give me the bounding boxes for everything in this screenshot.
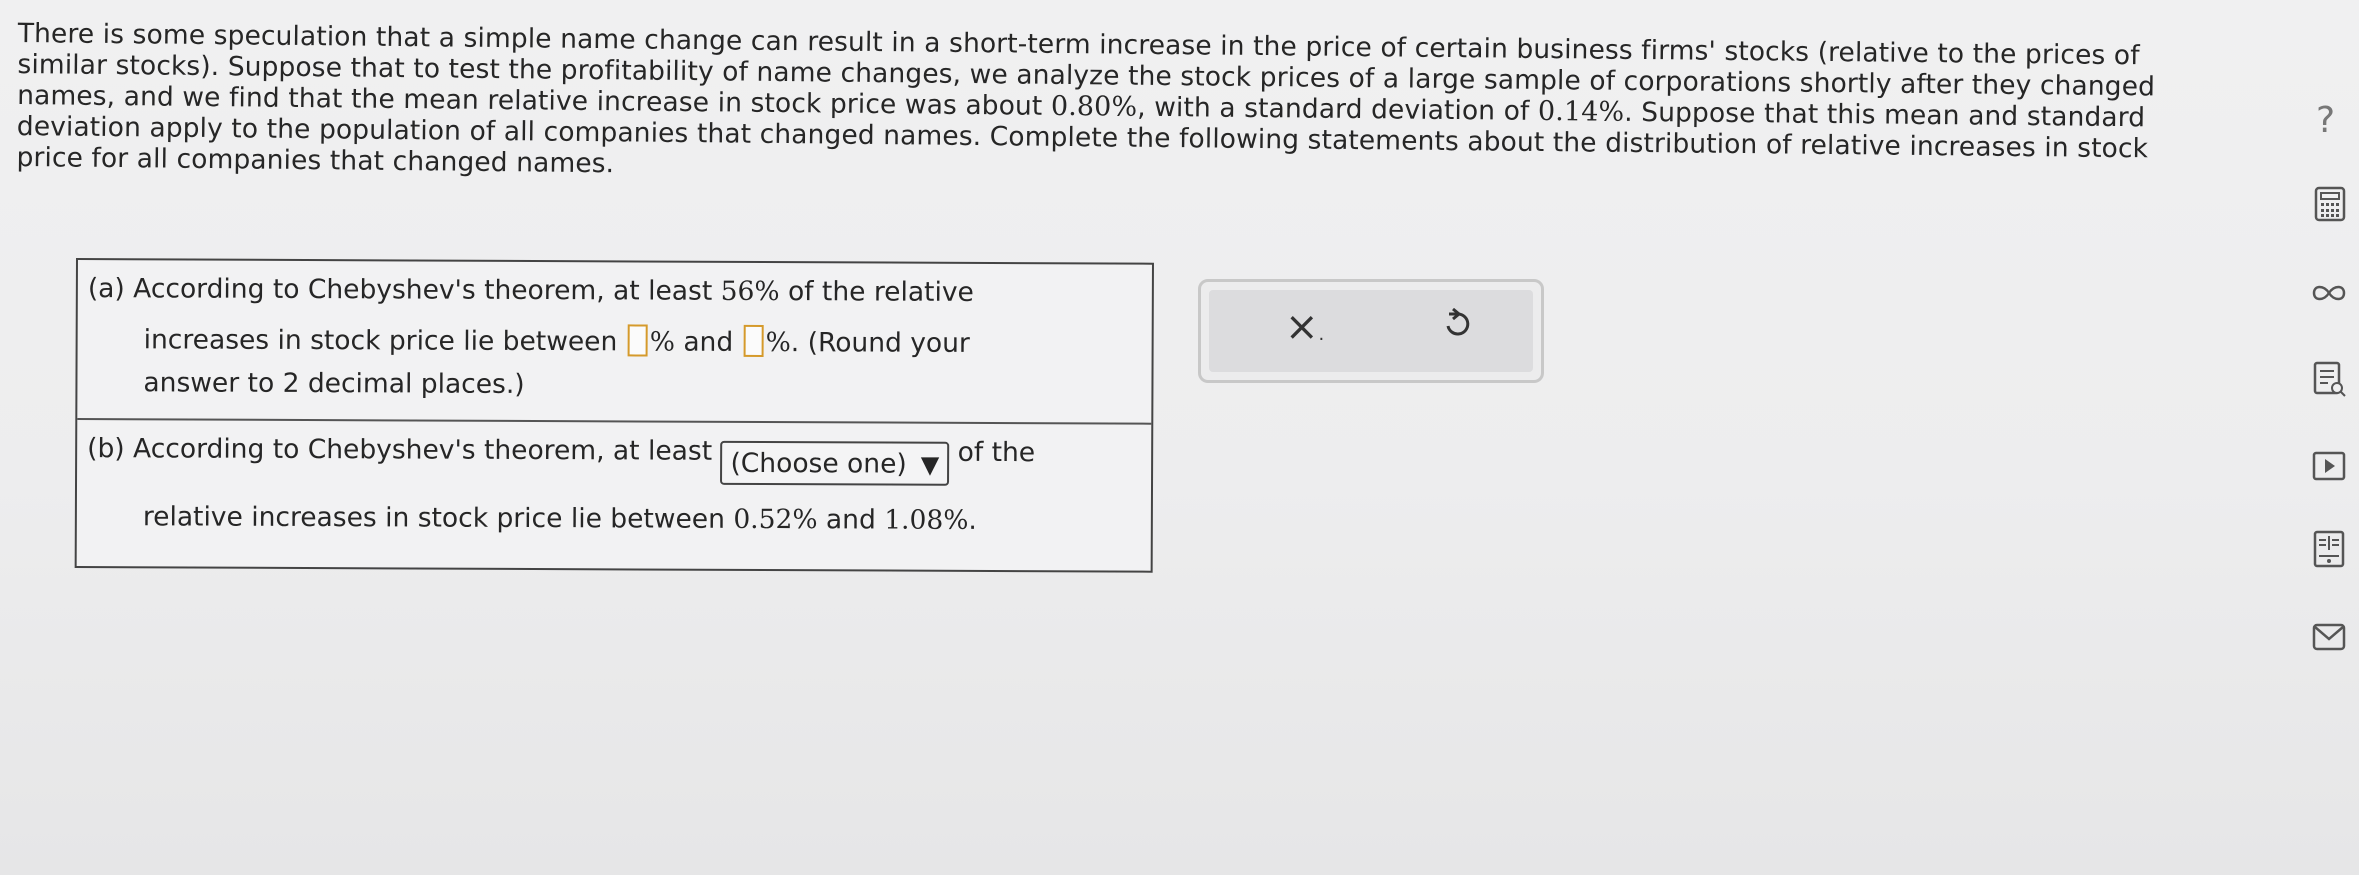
part-a-line1-suffix: of the relative [779, 276, 974, 308]
upper-bound-input[interactable] [743, 324, 764, 358]
part-b-line1-prefix: (b) According to Chebyshev's theorem, at… [87, 433, 721, 467]
lower-bound-input[interactable] [627, 324, 648, 357]
part-b-high: 1.08% [884, 504, 969, 536]
part-a-line1: (a) According to Chebyshev's theorem, at… [87, 273, 974, 308]
x-dot: . [1318, 324, 1325, 345]
part-a-line3: answer to 2 decimal places.) [143, 367, 525, 400]
dropdown-arrow-icon: ▼ [920, 450, 940, 479]
answer-actions-inner: ×. [1209, 290, 1533, 372]
part-b-low: 0.52% [733, 503, 818, 536]
part-b-line1-suffix: of the [949, 436, 1036, 469]
part-a-and: and [674, 326, 742, 358]
close-icon: × [1285, 304, 1319, 350]
problem-intro: There is some speculation that a simple … [16, 18, 2223, 196]
mail-icon[interactable] [2312, 623, 2346, 651]
undo-button[interactable] [1441, 307, 1471, 342]
part-a-line1-prefix: (a) According to Chebyshev's theorem, at… [87, 273, 721, 307]
select-value: (Choose one) [730, 447, 907, 480]
part-b-and: and [817, 504, 885, 536]
intro-text-2: , with a standard deviation of [1137, 91, 1539, 127]
infinity-icon[interactable] [2311, 282, 2347, 304]
part-b-line2-prefix: relative increases in stock price lie be… [142, 501, 734, 535]
part-b-line2-suffix: . [968, 504, 977, 536]
notes-icon[interactable] [2312, 360, 2346, 398]
undo-icon [1446, 307, 1470, 336]
ebook-icon[interactable] [2312, 530, 2346, 570]
percent-sign-2: % [765, 327, 791, 359]
calculator-icon[interactable] [2314, 186, 2346, 222]
part-a-percent: 56% [720, 275, 780, 308]
percent-sign-1: % [649, 326, 676, 358]
clear-button[interactable]: ×. [1285, 304, 1324, 350]
part-b-row: (b) According to Chebyshev's theorem, at… [77, 420, 1152, 571]
part-b-line2: relative increases in stock price lie be… [142, 501, 977, 536]
part-a-row: (a) According to Chebyshev's theorem, at… [77, 260, 1152, 425]
intro-sd: 0.14% [1537, 95, 1625, 128]
part-a-line2: increases in stock price lie between % a… [144, 322, 970, 359]
question-table: (a) According to Chebyshev's theorem, at… [74, 258, 1154, 573]
help-icon[interactable]: ? [2316, 100, 2335, 141]
percentage-select[interactable]: (Choose one) ▼ [720, 440, 950, 486]
part-a-line2-suffix: . (Round your [790, 327, 970, 359]
video-icon[interactable] [2312, 451, 2346, 481]
intro-mean: 0.80% [1050, 90, 1138, 123]
part-b-line1: (b) According to Chebyshev's theorem, at… [87, 433, 1036, 486]
part-a-line2-prefix: increases in stock price lie between [143, 324, 626, 358]
answer-actions: ×. [1198, 279, 1544, 383]
page: There is some speculation that a simple … [0, 0, 2359, 875]
